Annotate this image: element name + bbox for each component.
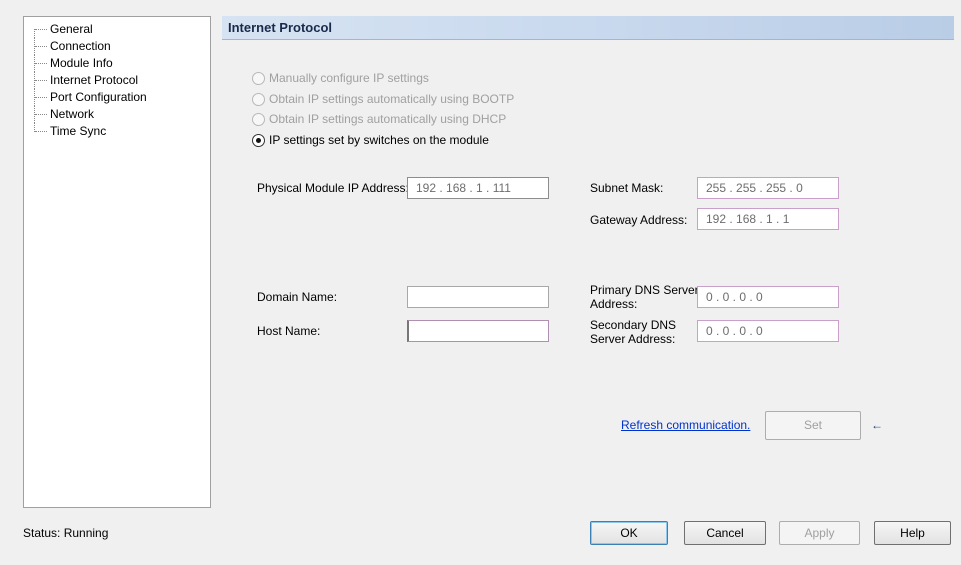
tree-item-label: General (50, 22, 93, 36)
radio-indicator[interactable] (252, 112, 265, 126)
host-name-label: Host Name: (257, 324, 321, 338)
tree-item-general[interactable]: General (24, 21, 210, 38)
secondary-dns-field[interactable]: 0 . 0 . 0 . 0 (697, 320, 839, 342)
status-text: Status: Running (23, 526, 109, 540)
tree-connector (34, 21, 48, 38)
radio-label: Obtain IP settings automatically using B… (269, 92, 515, 106)
secondary-dns-label-line2: Server Address: (590, 332, 676, 346)
tree-item-label: Network (50, 107, 95, 121)
primary-dns-label: Primary DNS Server Address: (590, 283, 699, 311)
radio-bootp[interactable]: Obtain IP settings automatically using B… (252, 90, 514, 108)
ok-button[interactable]: OK (590, 521, 668, 545)
domain-name-label: Domain Name: (257, 290, 338, 304)
tree-item-port-configuration[interactable]: Port Configuration (24, 89, 210, 106)
navigation-tree: General Connection Module Info Internet … (23, 16, 211, 508)
domain-name-field[interactable] (407, 286, 549, 308)
radio-switches[interactable]: IP settings set by switches on the modul… (252, 131, 489, 149)
tree-connector (34, 72, 48, 89)
radio-manual-ip[interactable]: Manually configure IP settings (252, 69, 429, 87)
radio-label: Obtain IP settings automatically using D… (269, 112, 507, 126)
page-title: Internet Protocol (228, 20, 333, 35)
tree-item-label: Internet Protocol (50, 73, 139, 87)
arrow-left-icon: ← (871, 418, 883, 432)
refresh-communication-link[interactable]: Refresh communication. (621, 418, 750, 432)
apply-button[interactable]: Apply (779, 521, 860, 545)
tree-connector (34, 123, 48, 140)
radio-indicator[interactable] (252, 133, 265, 147)
host-name-field[interactable] (407, 320, 549, 342)
primary-dns-field[interactable]: 0 . 0 . 0 . 0 (697, 286, 839, 308)
cancel-button[interactable]: Cancel (684, 521, 766, 545)
radio-indicator[interactable] (252, 71, 265, 85)
primary-dns-label-line2: Address: (590, 297, 638, 311)
subnet-mask-field[interactable]: 255 . 255 . 255 . 0 (697, 177, 839, 199)
tree-item-label: Connection (50, 39, 111, 53)
tree-item-module-info[interactable]: Module Info (24, 55, 210, 72)
help-button[interactable]: Help (874, 521, 951, 545)
tree-item-label: Port Configuration (50, 90, 147, 104)
tree-item-network[interactable]: Network (24, 106, 210, 123)
radio-label: IP settings set by switches on the modul… (269, 133, 489, 147)
primary-dns-label-line1: Primary DNS Server (590, 283, 699, 297)
subnet-mask-label: Subnet Mask: (590, 181, 664, 195)
ip-address-field[interactable]: 192 . 168 . 1 . 111 (407, 177, 549, 199)
tree-item-connection[interactable]: Connection (24, 38, 210, 55)
radio-indicator[interactable] (252, 92, 265, 106)
gateway-label: Gateway Address: (590, 213, 688, 227)
tree-connector (34, 38, 48, 55)
section-header: Internet Protocol (222, 16, 954, 40)
ip-address-label: Physical Module IP Address: (257, 181, 409, 195)
secondary-dns-label-line1: Secondary DNS (590, 318, 677, 332)
tree-item-time-sync[interactable]: Time Sync (24, 123, 210, 140)
tree-item-internet-protocol[interactable]: Internet Protocol (24, 72, 210, 89)
tree-item-label: Module Info (50, 56, 113, 70)
tree-item-label: Time Sync (50, 124, 107, 138)
radio-label: Manually configure IP settings (269, 71, 429, 85)
tree-connector (34, 89, 48, 106)
gateway-field[interactable]: 192 . 168 . 1 . 1 (697, 208, 839, 230)
tree-connector (34, 106, 48, 123)
tree-connector (34, 55, 48, 72)
set-button[interactable]: Set (765, 411, 861, 440)
secondary-dns-label: Secondary DNS Server Address: (590, 318, 676, 346)
radio-dhcp[interactable]: Obtain IP settings automatically using D… (252, 110, 506, 128)
